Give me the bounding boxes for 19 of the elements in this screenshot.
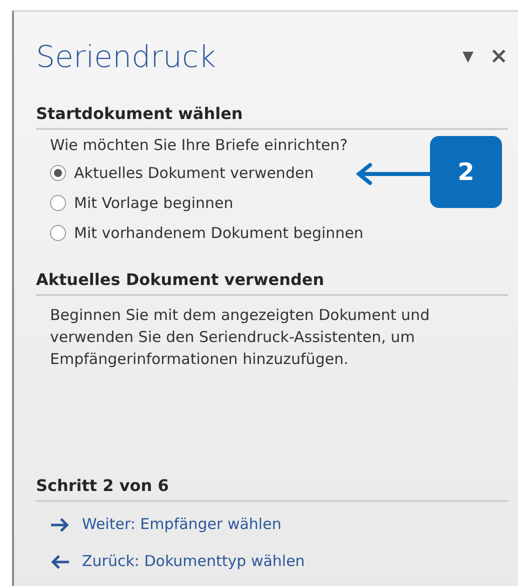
- section-heading: Schritt 2 von 6: [36, 474, 508, 502]
- close-button[interactable]: ×: [490, 46, 508, 68]
- panel-title: Seriendruck: [36, 38, 216, 76]
- section-heading: Aktuelles Dokument verwenden: [36, 268, 508, 296]
- step-badge: 2: [430, 136, 502, 208]
- option-label: Mit Vorlage beginnen: [74, 192, 234, 214]
- option-label: Mit vorhandenem Dokument beginnen: [74, 222, 364, 244]
- question-text: Wie möchten Sie Ihre Briefe einrichten?: [49, 135, 349, 156]
- radio-icon[interactable]: [50, 195, 66, 211]
- radio-icon[interactable]: [50, 165, 66, 181]
- option-label: Aktuelles Dokument verwenden: [74, 162, 314, 184]
- dropdown-button[interactable]: ▾: [462, 46, 474, 68]
- nav-link-item[interactable]: Zurück: Dokumenttyp wählen: [50, 543, 508, 580]
- arrow-left-icon: [50, 554, 70, 568]
- radio-icon[interactable]: [50, 225, 66, 241]
- nav-link-item[interactable]: Weiter: Empfänger wählen: [50, 506, 508, 543]
- arrow-right-icon: [50, 518, 70, 532]
- section-heading: Startdokument wählen: [36, 102, 508, 130]
- description-text: Beginnen Sie mit dem angezeigten Dokument und verwenden Sie den Seriendruck-Assistenten, um Empfängerinformationen hinzuzufügen.: [49, 305, 431, 370]
